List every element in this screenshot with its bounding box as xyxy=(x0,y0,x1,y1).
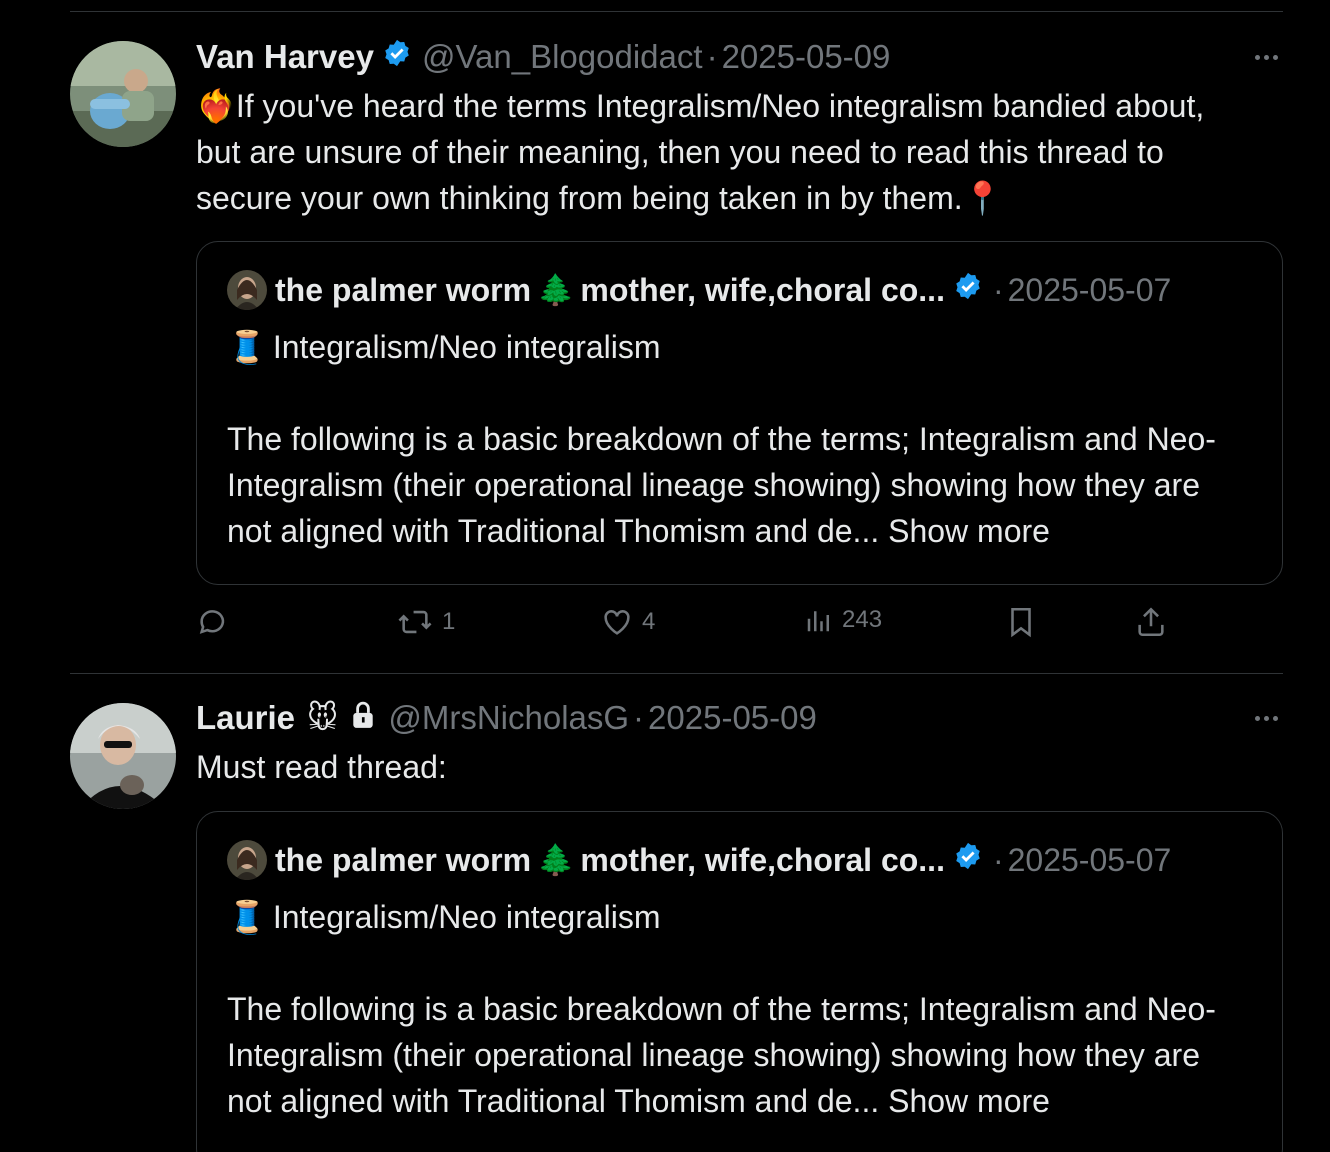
timestamp[interactable]: 2025-05-09 xyxy=(648,699,817,737)
quote-body: The following is a basic breakdown of th… xyxy=(227,991,1216,1119)
quote-author-bio-name[interactable]: mother, wife,choral co... xyxy=(580,272,945,309)
share-button[interactable] xyxy=(1134,605,1168,639)
quote-avatar xyxy=(227,840,267,880)
views-button[interactable]: 243 xyxy=(804,605,882,635)
verified-badge-icon xyxy=(953,271,983,309)
quote-body: The following is a basic breakdown of th… xyxy=(227,421,1216,549)
separator: · xyxy=(992,271,1004,308)
quote-author-name[interactable]: the palmer worm xyxy=(275,272,531,309)
author-name[interactable]: Laurie xyxy=(196,699,295,737)
more-options-icon[interactable] xyxy=(1246,47,1286,67)
tweet-header: Van Harvey @Van_Blogodidact · 2025-05-09 xyxy=(196,37,1286,77)
views-count: 243 xyxy=(842,606,883,633)
quote-headline: Integralism/Neo integralism xyxy=(272,329,661,365)
quote-headline: Integralism/Neo integralism xyxy=(272,899,661,935)
show-more-link[interactable]: Show more xyxy=(888,1083,1050,1119)
timeline-feed: Van Harvey @Van_Blogodidact · 2025-05-09… xyxy=(0,0,1330,1152)
separator: · xyxy=(633,699,645,736)
thread-emoji: 🧵 xyxy=(227,899,267,935)
like-count: 4 xyxy=(642,608,656,635)
avatar[interactable] xyxy=(70,703,176,809)
tweet-text: ❤️‍🔥If you've heard the terms Integralis… xyxy=(196,88,1205,216)
tree-emoji: 🌲 xyxy=(537,843,575,877)
retweet-button[interactable]: 1 xyxy=(396,605,455,639)
like-button[interactable]: 4 xyxy=(600,605,655,639)
separator: · xyxy=(992,841,1004,878)
reply-button[interactable] xyxy=(196,605,230,639)
quote-headline-line: 🧵 Integralism/Neo integralism xyxy=(227,324,1252,370)
tree-emoji: 🌲 xyxy=(537,273,575,307)
heart-icon xyxy=(604,610,630,635)
show-more-link[interactable]: Show more xyxy=(888,513,1050,549)
quoted-tweet[interactable]: the palmer worm 🌲 mother, wife,choral co… xyxy=(196,241,1283,585)
divider xyxy=(70,673,1283,674)
retweet-count: 1 xyxy=(442,608,456,635)
mouse-emoji: 🐭 xyxy=(307,701,339,735)
reply-icon xyxy=(199,610,225,634)
author-handle[interactable]: @Van_Blogodidact xyxy=(422,38,703,76)
quote-timestamp: 2025-05-07 xyxy=(1007,271,1172,308)
quote-author-name[interactable]: the palmer worm xyxy=(275,842,531,879)
tweet-text: Must read thread: xyxy=(196,749,447,785)
retweet-icon xyxy=(398,610,432,634)
avatar[interactable] xyxy=(70,41,176,147)
share-icon xyxy=(1138,607,1164,637)
quote-header: the palmer worm 🌲 mother, wife,choral co… xyxy=(227,838,1252,882)
verified-badge-icon xyxy=(953,841,983,879)
author-handle[interactable]: @MrsNicholasG xyxy=(388,699,629,737)
lock-icon xyxy=(350,699,376,737)
quote-header: the palmer worm 🌲 mother, wife,choral co… xyxy=(227,268,1252,312)
thread-emoji: 🧵 xyxy=(227,329,267,365)
author-name[interactable]: Van Harvey xyxy=(196,38,374,76)
views-icon xyxy=(807,611,829,632)
divider xyxy=(70,11,1283,12)
more-options-icon[interactable] xyxy=(1246,708,1286,728)
quote-text: The following is a basic breakdown of th… xyxy=(227,416,1252,554)
verified-badge-icon xyxy=(382,38,412,76)
separator: · xyxy=(706,38,718,75)
quoted-tweet[interactable]: the palmer worm 🌲 mother, wife,choral co… xyxy=(196,811,1283,1152)
quote-timestamp: 2025-05-07 xyxy=(1007,841,1172,878)
quote-headline-line: 🧵 Integralism/Neo integralism xyxy=(227,894,1252,940)
bookmark-icon xyxy=(1011,607,1031,638)
tweet-header: Laurie 🐭 @MrsNicholasG · 2025-05-09 xyxy=(196,698,1286,738)
timestamp[interactable]: 2025-05-09 xyxy=(722,38,891,76)
tweet-actions: 1 4 243 xyxy=(196,605,1176,645)
quote-avatar xyxy=(227,270,267,310)
bookmark-button[interactable] xyxy=(1004,605,1038,639)
quote-author-bio-name[interactable]: mother, wife,choral co... xyxy=(580,842,945,879)
quote-text: The following is a basic breakdown of th… xyxy=(227,986,1252,1124)
